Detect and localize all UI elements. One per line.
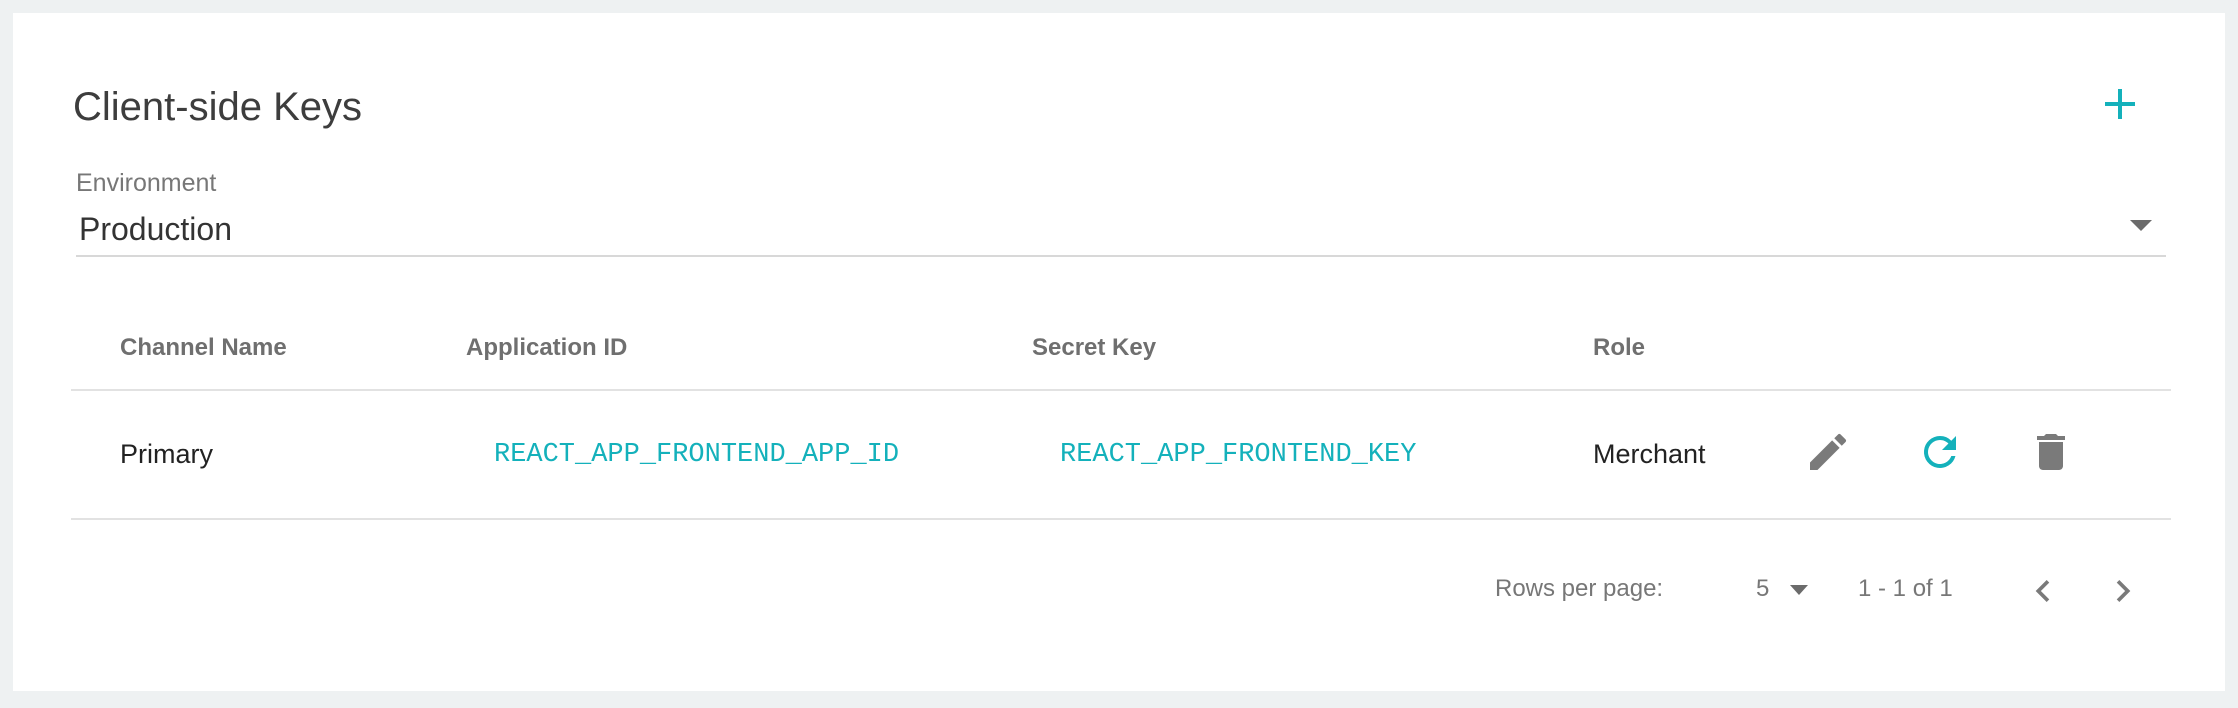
edit-button[interactable] [1804,428,1852,476]
rows-per-page-label: Rows per page: [1495,575,1664,602]
previous-page-button[interactable] [2021,569,2065,613]
header-divider [71,389,2171,391]
column-header-role: Role [1593,334,1646,361]
role-cell: Merchant [1593,439,1706,469]
column-header-channel-name: Channel Name [120,334,287,361]
column-header-application-id: Application ID [466,334,628,361]
secret-key-cell[interactable]: REACT_APP_FRONTEND_KEY [1060,440,1416,470]
channel-name-cell: Primary [120,439,213,469]
pencil-icon [1810,433,1847,470]
environment-select[interactable]: Production [76,203,2166,257]
regenerate-key-button[interactable] [1916,428,1964,476]
plus-icon [2105,89,2135,119]
add-key-button[interactable] [2095,79,2145,129]
chevron-right-icon [2116,580,2131,602]
chevron-down-icon [1790,585,1808,595]
page-title: Client-side Keys [73,85,363,129]
environment-value: Production [79,211,232,247]
rows-per-page-value: 5 [1756,575,1770,602]
refresh-icon [1923,435,1956,468]
column-header-secret-key: Secret Key [1032,334,1157,361]
delete-button[interactable] [2027,428,2075,476]
rows-per-page-select[interactable]: 5 [1743,569,1813,609]
next-page-button[interactable] [2101,569,2145,613]
chevron-down-icon [2130,220,2152,231]
trash-icon [2037,434,2065,470]
environment-label: Environment [76,169,217,197]
chevron-left-icon [2035,580,2050,602]
application-id-cell[interactable]: REACT_APP_FRONTEND_APP_ID [494,440,899,470]
row-divider [71,518,2171,520]
pagination-range: 1 - 1 of 1 [1858,575,1953,602]
client-keys-card: Client-side Keys Environment Production … [13,13,2225,691]
